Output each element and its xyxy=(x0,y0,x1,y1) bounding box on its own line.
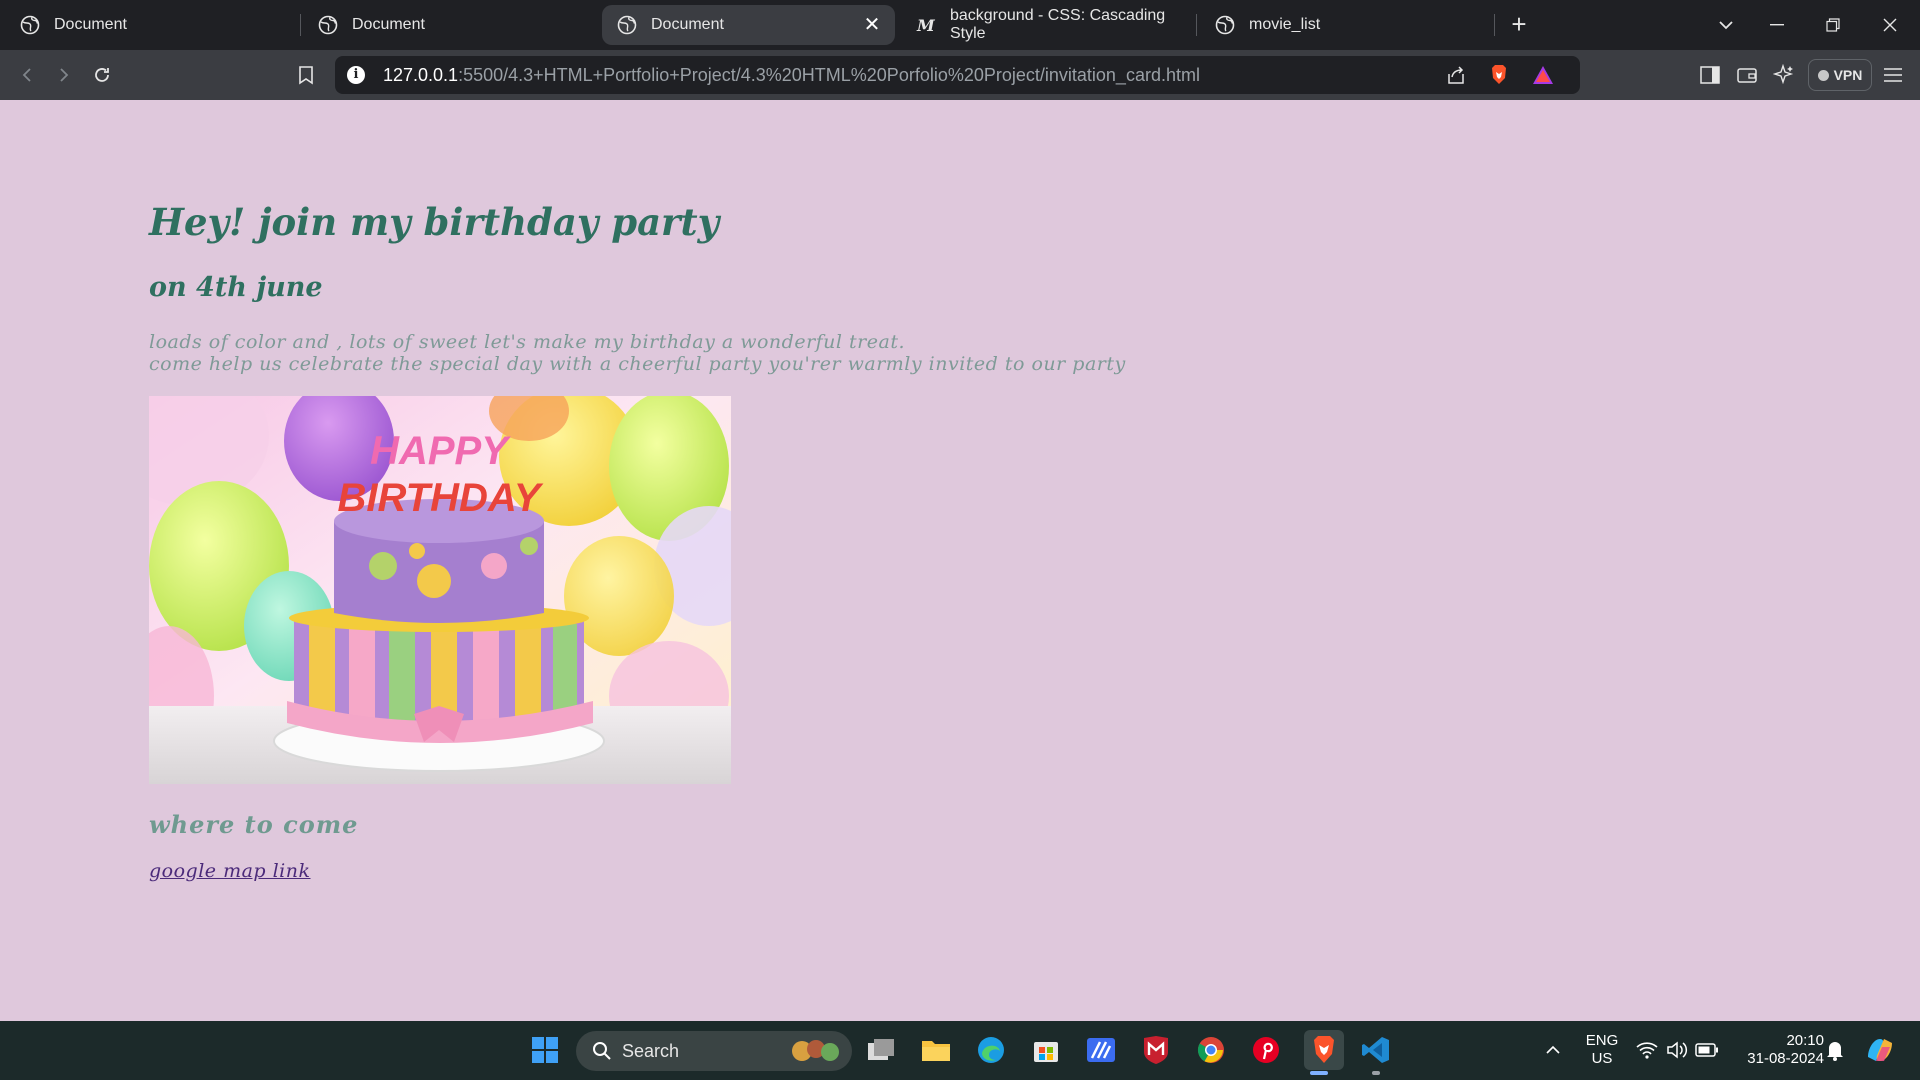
where-to-come-heading: where to come xyxy=(149,810,359,839)
globe-icon xyxy=(20,15,40,35)
url-path: :5500/4.3+HTML+Portfolio+Project/4.3%20H… xyxy=(458,65,1200,85)
language-indicator[interactable]: ENG US xyxy=(1582,1032,1622,1068)
globe-icon xyxy=(1215,15,1235,35)
volume-icon[interactable] xyxy=(1660,1033,1694,1067)
address-bar[interactable]: i 127.0.0.1:5500/4.3+HTML+Portfolio+Proj… xyxy=(335,56,1580,94)
tab-document-1[interactable]: Document xyxy=(5,5,295,45)
paragraph-line-2: come help us celebrate the special day w… xyxy=(149,353,1126,375)
leo-ai-icon[interactable] xyxy=(1771,62,1797,88)
browser-toolbar: i 127.0.0.1:5500/4.3+HTML+Portfolio+Proj… xyxy=(0,50,1920,100)
wallet-icon[interactable] xyxy=(1734,62,1760,88)
page-heading: Hey! join my birthday party xyxy=(149,200,720,244)
task-view-icon[interactable] xyxy=(864,1033,898,1067)
taskbar-search-box[interactable]: Search xyxy=(576,1031,852,1071)
tab-document-2[interactable]: Document xyxy=(303,5,593,45)
clock-date: 31-08-2024 xyxy=(1747,1050,1824,1067)
microsoft-store-icon[interactable] xyxy=(1029,1033,1063,1067)
brave-rewards-icon[interactable] xyxy=(1532,64,1554,86)
reload-icon[interactable] xyxy=(89,62,115,88)
tab-divider xyxy=(1196,14,1197,36)
region-code: US xyxy=(1591,1050,1613,1067)
party-date: on 4th june xyxy=(149,272,323,303)
tab-title: Document xyxy=(54,16,127,33)
tab-mdn-background[interactable]: M background - CSS: Cascading Style xyxy=(902,5,1192,45)
vscode-icon[interactable] xyxy=(1359,1033,1393,1067)
vpn-label: VPN xyxy=(1833,67,1863,83)
tab-title: movie_list xyxy=(1249,16,1321,33)
brave-taskbar-icon[interactable] xyxy=(1304,1030,1344,1070)
tab-search-chevron-icon[interactable] xyxy=(1706,10,1746,40)
restore-icon[interactable] xyxy=(1813,10,1853,40)
search-label: Search xyxy=(622,1041,680,1061)
minimize-icon[interactable] xyxy=(1757,10,1797,40)
tab-divider xyxy=(1494,14,1495,36)
clock-time: 20:10 xyxy=(1786,1032,1824,1049)
pen-app-icon[interactable] xyxy=(1084,1033,1118,1067)
bookmark-icon[interactable] xyxy=(293,62,319,88)
vpn-status-icon xyxy=(1817,69,1829,81)
close-window-icon[interactable] xyxy=(1870,10,1910,40)
running-app-indicator xyxy=(1372,1071,1380,1075)
invitation-paragraph: loads of color and , lots of sweet let's… xyxy=(149,331,1126,375)
notification-bell-icon[interactable] xyxy=(1818,1033,1852,1067)
windows-taskbar: Search ENG US 20:10 31-08-2024 xyxy=(0,1021,1920,1080)
browser-tab-strip: Document Document Document ✕ M backgroun… xyxy=(0,0,1920,50)
url-text[interactable]: 127.0.0.1:5500/4.3+HTML+Portfolio+Projec… xyxy=(383,65,1200,86)
new-tab-button[interactable]: + xyxy=(1506,11,1532,38)
url-host: 127.0.0.1 xyxy=(383,65,459,85)
globe-icon xyxy=(318,15,338,35)
brave-shields-icon[interactable] xyxy=(1488,64,1510,86)
tab-divider xyxy=(300,14,301,36)
tab-movie-list[interactable]: movie_list xyxy=(1200,5,1490,45)
tab-title: Document xyxy=(651,16,724,33)
pinterest-icon[interactable] xyxy=(1249,1033,1283,1067)
close-tab-icon[interactable]: ✕ xyxy=(861,14,883,36)
windows-start-icon[interactable] xyxy=(528,1033,562,1067)
tab-document-active[interactable]: Document ✕ xyxy=(602,5,895,45)
file-explorer-icon[interactable] xyxy=(919,1033,953,1067)
site-info-icon[interactable]: i xyxy=(347,66,365,84)
birthday-candle-text: BIRTHDAY xyxy=(338,476,544,520)
web-page: Hey! join my birthday party on 4th june … xyxy=(0,100,1920,1021)
vpn-button[interactable]: VPN xyxy=(1808,59,1872,91)
sidebar-icon[interactable] xyxy=(1697,62,1723,88)
happy-candle-text: HAPPY xyxy=(370,429,511,473)
mdn-logo-icon: M xyxy=(917,15,935,35)
battery-icon[interactable] xyxy=(1690,1033,1724,1067)
show-hidden-icons-chevron[interactable] xyxy=(1536,1033,1570,1067)
mcafee-icon[interactable] xyxy=(1139,1033,1173,1067)
active-app-indicator xyxy=(1310,1071,1328,1075)
copilot-icon[interactable] xyxy=(1863,1033,1897,1067)
globe-icon xyxy=(617,15,637,35)
forward-arrow-icon[interactable] xyxy=(51,62,77,88)
clock[interactable]: 20:10 31-08-2024 xyxy=(1734,1032,1824,1068)
search-highlight-icon xyxy=(792,1040,839,1061)
share-icon[interactable] xyxy=(1445,64,1467,86)
google-map-link[interactable]: google map link xyxy=(149,860,311,882)
search-icon xyxy=(593,1042,611,1060)
paragraph-line-1: loads of color and , lots of sweet let's… xyxy=(149,331,906,353)
language-code: ENG xyxy=(1585,1032,1619,1049)
tab-title: Document xyxy=(352,16,425,33)
back-arrow-icon[interactable] xyxy=(14,62,40,88)
cake-illustration: HAPPY BIRTHDAY xyxy=(149,396,731,784)
wifi-icon[interactable] xyxy=(1630,1033,1664,1067)
chrome-icon[interactable] xyxy=(1194,1033,1228,1067)
birthday-cake-image: HAPPY BIRTHDAY xyxy=(149,396,731,784)
tab-title: background - CSS: Cascading Style xyxy=(949,7,1166,42)
hamburger-menu-icon[interactable] xyxy=(1880,62,1906,88)
edge-browser-icon[interactable] xyxy=(974,1033,1008,1067)
